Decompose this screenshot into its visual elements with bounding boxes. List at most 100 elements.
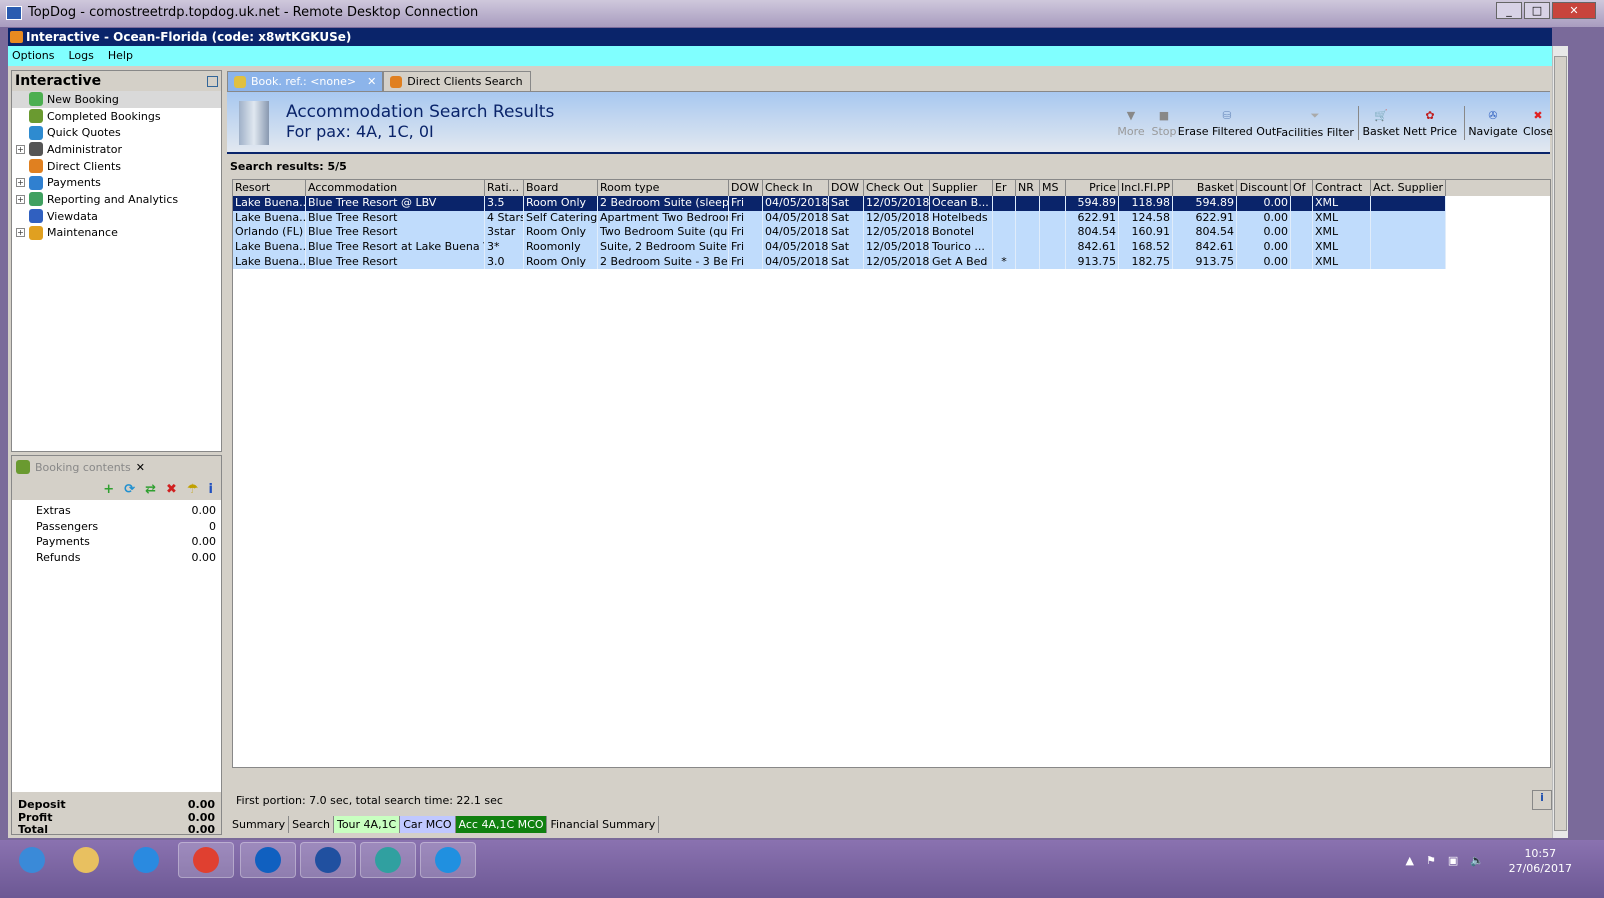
- column-header[interactable]: Accommodation: [306, 180, 485, 196]
- total-label: Profit: [18, 810, 53, 824]
- app-icon: [10, 31, 23, 43]
- nav-item-administrator[interactable]: + Administrator: [12, 141, 221, 158]
- toolbar-navigate-button[interactable]: ✇ Navigate: [1468, 109, 1517, 138]
- menu-logs[interactable]: Logs: [68, 49, 93, 66]
- nav-item-new-booking[interactable]: New Booking: [12, 91, 221, 108]
- taskbar-start[interactable]: [4, 842, 60, 878]
- table-row[interactable]: Lake Buena... Blue Tree Resort 3.0 Room Onl…: [233, 254, 1446, 270]
- vertical-scrollbar[interactable]: [1552, 46, 1568, 838]
- toolbar-close-button[interactable]: ✖ Close: [1523, 109, 1553, 138]
- menu-options[interactable]: Options: [12, 49, 54, 66]
- tab-direct-clients-search[interactable]: Direct Clients Search: [383, 71, 532, 91]
- column-header[interactable]: MS: [1040, 180, 1066, 196]
- nav-item-maintenance[interactable]: + Maintenance: [12, 225, 221, 242]
- nav-item-completed-bookings[interactable]: Completed Bookings: [12, 108, 221, 125]
- column-header[interactable]: DOW: [729, 180, 763, 196]
- nav-item-direct-clients[interactable]: Direct Clients: [12, 158, 221, 175]
- taskbar-outlook[interactable]: [240, 842, 296, 878]
- booking-row: Extras 0.00: [12, 504, 221, 520]
- toolbar-nett-price-button[interactable]: ✿ Nett Price: [1403, 109, 1457, 138]
- close-tab-icon[interactable]: ✕: [367, 75, 376, 88]
- network-icon[interactable]: ▣: [1448, 854, 1458, 867]
- nav-item-label: New Booking: [47, 92, 119, 106]
- nav-item-payments[interactable]: + Payments: [12, 174, 221, 191]
- nav-item-icon: [29, 142, 43, 157]
- column-header[interactable]: Board: [524, 180, 598, 196]
- bottom-tab[interactable]: Summary: [229, 816, 290, 833]
- maximize-button[interactable]: □: [1524, 2, 1550, 19]
- column-header[interactable]: NR: [1016, 180, 1040, 196]
- column-header[interactable]: Room type: [598, 180, 729, 196]
- stop-icon: ■: [1158, 109, 1170, 122]
- taskbar-app-g[interactable]: [420, 842, 476, 878]
- table-row[interactable]: Orlando (FL) Blue Tree Resort 3star Room On…: [233, 225, 1446, 241]
- tab-booking[interactable]: Book. ref.: <none> ✕: [227, 71, 384, 91]
- toolbar-erase-filtered-out-button[interactable]: ⛁ Erase Filtered Out: [1178, 109, 1276, 138]
- menu-help[interactable]: Help: [108, 49, 133, 66]
- close-button[interactable]: ✕: [1552, 2, 1596, 19]
- booking-contents-tab[interactable]: Booking contents ✕: [12, 456, 221, 478]
- cell: [1040, 240, 1066, 255]
- volume-icon[interactable]: 🔈: [1470, 854, 1484, 867]
- column-header[interactable]: Contract: [1313, 180, 1371, 196]
- flag-icon[interactable]: ⚑: [1426, 854, 1436, 867]
- info-button[interactable]: i: [1532, 790, 1552, 810]
- cell: 4 Stars: [487, 210, 524, 226]
- cell: Tourico ...: [930, 240, 993, 255]
- column-header[interactable]: Basket: [1173, 180, 1237, 196]
- table-row[interactable]: Lake Buena... Blue Tree Resort @ LBV 3.5 Ro…: [233, 196, 1446, 211]
- bottom-tab[interactable]: Car MCO: [400, 816, 456, 833]
- booking-tool-button[interactable]: ☂: [187, 482, 199, 497]
- nav-item-quick-quotes[interactable]: Quick Quotes: [12, 124, 221, 141]
- expand-icon[interactable]: +: [16, 144, 25, 154]
- column-header[interactable]: Discount: [1237, 180, 1291, 196]
- toolbar-more-button[interactable]: ▼ More: [1117, 109, 1144, 138]
- column-header[interactable]: Incl.Fl.PP: [1119, 180, 1173, 196]
- booking-tool-button[interactable]: ⇄: [145, 482, 156, 497]
- close-icon[interactable]: ✕: [136, 461, 145, 474]
- table-row[interactable]: Lake Buena... Blue Tree Resort at Lake Bu…: [233, 240, 1446, 255]
- taskbar-explorer[interactable]: [58, 842, 114, 878]
- booking-tool-button[interactable]: i: [209, 482, 213, 497]
- column-header[interactable]: DOW: [829, 180, 864, 196]
- expand-icon[interactable]: +: [16, 194, 25, 204]
- taskbar-internet-explorer[interactable]: [118, 842, 174, 878]
- cell: [1040, 196, 1066, 211]
- column-header[interactable]: Check In: [763, 180, 829, 196]
- column-header[interactable]: Check Out: [864, 180, 930, 196]
- expand-icon[interactable]: +: [16, 228, 25, 238]
- toolbar-basket-button[interactable]: 🛒 Basket: [1362, 109, 1399, 138]
- booking-tool-button[interactable]: +: [103, 482, 114, 497]
- toolbar-facilities-filter-button[interactable]: ⏷ Facilities Filter: [1276, 109, 1354, 139]
- nav-item-viewdata[interactable]: Viewdata: [12, 208, 221, 225]
- bottom-tab[interactable]: Financial Summary: [547, 816, 660, 833]
- column-header[interactable]: Rati...: [485, 180, 524, 196]
- taskbar-remote-desktop[interactable]: [300, 842, 356, 878]
- taskbar-app[interactable]: [360, 842, 416, 878]
- tab-label: Direct Clients Search: [407, 75, 523, 88]
- collapse-icon[interactable]: [207, 76, 218, 87]
- booking-tool-button[interactable]: ✖: [166, 482, 177, 497]
- scrollbar-thumb[interactable]: [1554, 56, 1567, 831]
- column-header[interactable]: Resort: [233, 180, 306, 196]
- column-header[interactable]: Supplier: [930, 180, 993, 196]
- clock[interactable]: 10:57 27/06/2017: [1509, 846, 1572, 876]
- bottom-tab[interactable]: Acc 4A,1C MCO: [455, 816, 548, 833]
- taskbar-chrome[interactable]: [178, 842, 234, 878]
- nav-item-reporting-and-analytics[interactable]: + Reporting and Analytics: [12, 191, 221, 208]
- column-header[interactable]: Of: [1291, 180, 1313, 196]
- column-header[interactable]: Er: [993, 180, 1016, 196]
- cell: 3*: [485, 240, 524, 255]
- minimize-button[interactable]: _: [1496, 2, 1522, 19]
- toolbar-label: Stop: [1151, 125, 1177, 138]
- column-header[interactable]: Act. Supplier: [1371, 180, 1446, 196]
- toolbar-stop-button[interactable]: ■ Stop: [1151, 109, 1176, 138]
- show-hidden-icon[interactable]: ▲: [1406, 854, 1414, 867]
- column-header[interactable]: Price: [1066, 180, 1119, 196]
- expand-icon[interactable]: +: [16, 178, 25, 188]
- booking-tool-button[interactable]: ⟳: [124, 482, 135, 497]
- bottom-tab[interactable]: Tour 4A,1C: [333, 816, 401, 833]
- table-row[interactable]: Lake Buena... Blue Tree Resort 4 Stars Self…: [233, 210, 1446, 226]
- bottom-tab[interactable]: Search: [289, 816, 334, 833]
- booking-row-label: Passengers: [36, 519, 99, 533]
